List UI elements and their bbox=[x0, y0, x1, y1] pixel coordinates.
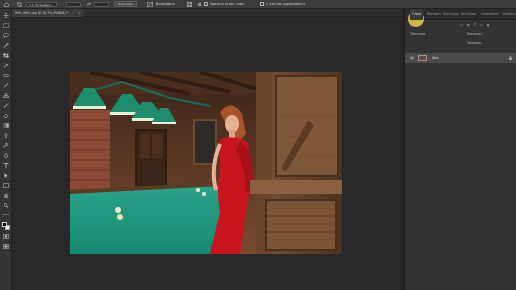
layer-name[interactable]: Фон bbox=[432, 53, 439, 63]
content-aware-label: С учетом содержимого bbox=[266, 2, 306, 6]
document-tab-bar: IMG_9651.jpg @ 16,7% (RGB/8) * × bbox=[12, 9, 401, 17]
type-icon[interactable] bbox=[3, 163, 9, 168]
layer-thumbnail bbox=[418, 55, 427, 61]
hand-icon[interactable] bbox=[3, 193, 9, 198]
tab-properties[interactable]: Свойства bbox=[501, 9, 516, 20]
options-bar: 1:1 (Стандарт... Очистить Выпрямить Удал… bbox=[0, 0, 516, 9]
lock-row: Заливка: bbox=[405, 40, 516, 47]
tab-paths[interactable]: Контуры bbox=[441, 9, 461, 20]
zoom-icon[interactable] bbox=[3, 203, 9, 208]
layer-filter-row: Вид ▢ ◐ T ▭ ◆ bbox=[405, 22, 516, 29]
path-select-icon[interactable] bbox=[3, 173, 9, 178]
quick-mask-icon[interactable] bbox=[3, 234, 9, 239]
dodge-icon[interactable] bbox=[3, 143, 9, 148]
brush-icon[interactable] bbox=[3, 83, 9, 88]
history-brush-icon[interactable] bbox=[3, 103, 9, 108]
pen-icon[interactable] bbox=[3, 153, 9, 158]
filter-icons[interactable]: ▢ ◐ T ▭ ◆ bbox=[460, 22, 491, 29]
layers-panel: Слои Каналы Контуры История Описание Сво… bbox=[403, 9, 516, 290]
more-tools-icon[interactable] bbox=[3, 212, 9, 217]
tab-description[interactable]: Описание bbox=[479, 9, 501, 20]
panel-tab-bar: Слои Каналы Контуры История Описание Сво… bbox=[405, 9, 516, 27]
delete-pixels-label: Удалить отсеч. пикс. bbox=[210, 2, 246, 6]
grid-overlay-icon[interactable] bbox=[184, 0, 194, 9]
photoshop-window: 1:1 (Стандарт... Очистить Выпрямить Удал… bbox=[0, 0, 516, 290]
fill-label[interactable]: Заливка: bbox=[467, 40, 482, 47]
eye-icon[interactable] bbox=[410, 56, 414, 60]
home-icon[interactable] bbox=[0, 0, 12, 9]
lasso-icon[interactable] bbox=[3, 33, 9, 38]
canvas-area[interactable] bbox=[12, 17, 401, 290]
blend-mode-dropdown[interactable]: Обычные bbox=[410, 31, 425, 38]
opacity-label[interactable]: Непрозр.: bbox=[467, 31, 483, 38]
quick-select-icon[interactable] bbox=[3, 43, 9, 48]
healing-icon[interactable] bbox=[3, 73, 9, 78]
clear-button[interactable]: Очистить bbox=[114, 1, 137, 7]
blend-row: Обычные Непрозр.: bbox=[405, 31, 516, 38]
blur-icon[interactable] bbox=[3, 133, 9, 138]
tab-channels[interactable]: Каналы bbox=[425, 9, 443, 20]
swap-icon[interactable] bbox=[84, 0, 94, 9]
gradient-icon[interactable] bbox=[3, 123, 9, 128]
crop-icon[interactable] bbox=[3, 53, 9, 58]
move-icon[interactable] bbox=[3, 13, 9, 18]
eyedropper-icon[interactable] bbox=[3, 63, 9, 68]
eraser-icon[interactable] bbox=[3, 113, 9, 118]
layer-row[interactable]: Фон bbox=[405, 53, 516, 63]
marquee-icon[interactable] bbox=[3, 23, 9, 28]
kind-label[interactable]: Вид bbox=[410, 22, 416, 29]
lock-icon bbox=[509, 56, 512, 60]
tab-layers[interactable]: Слои bbox=[410, 9, 423, 20]
width-field[interactable] bbox=[66, 1, 81, 7]
foreground-color-swatch[interactable] bbox=[2, 222, 7, 227]
height-field[interactable] bbox=[94, 1, 109, 7]
stamp-icon[interactable] bbox=[3, 93, 9, 98]
tools-panel bbox=[0, 9, 12, 290]
straighten-label[interactable]: Выпрямить bbox=[156, 2, 175, 6]
ratio-dropdown[interactable]: 1:1 (Стандарт... bbox=[26, 1, 58, 7]
tab-history[interactable]: История bbox=[459, 9, 478, 20]
document-image bbox=[70, 72, 342, 254]
document-tab[interactable]: IMG_9651.jpg @ 16,7% (RGB/8) * × bbox=[12, 9, 84, 17]
screen-mode-icon[interactable] bbox=[3, 244, 9, 249]
crop-tool-icon[interactable] bbox=[12, 0, 26, 9]
close-icon[interactable]: × bbox=[78, 9, 81, 17]
straighten-icon[interactable] bbox=[144, 0, 156, 9]
document-tab-title: IMG_9651.jpg @ 16,7% (RGB/8) * bbox=[15, 11, 69, 15]
shape-icon[interactable] bbox=[3, 183, 9, 188]
gear-icon[interactable] bbox=[194, 0, 204, 9]
